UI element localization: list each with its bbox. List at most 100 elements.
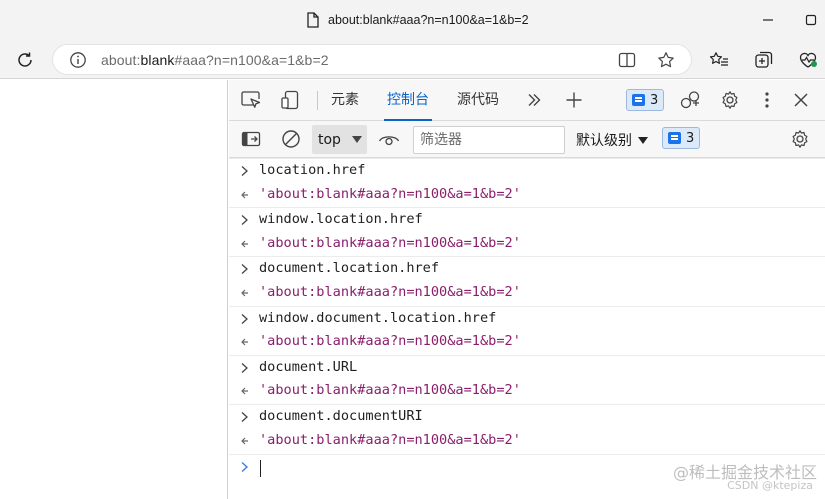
issues-badge[interactable]: 3	[626, 89, 665, 111]
console-input-row[interactable]: document.documentURI	[229, 404, 825, 429]
customize-menu-button[interactable]	[755, 89, 779, 111]
console-output-row[interactable]: 'about:blank#aaa?n=n100&a=1&b=2'	[229, 429, 825, 454]
plus-icon	[566, 92, 582, 108]
console-input-row[interactable]: document.location.href	[229, 256, 825, 281]
watermark-sub: CSDN @ktepiza	[727, 479, 813, 492]
console-result: 'about:blank#aaa?n=n100&a=1&b=2'	[259, 185, 521, 202]
maximize-button[interactable]	[799, 8, 823, 32]
inspect-icon	[241, 91, 261, 108]
window-title: about:blank#aaa?n=n100&a=1&b=2	[306, 10, 529, 30]
input-chevron-icon	[241, 362, 248, 373]
collections-button[interactable]	[753, 49, 775, 71]
console-command: document.documentURI	[259, 408, 423, 424]
sidebar-toggle-icon	[241, 131, 261, 147]
url-host: blank	[140, 52, 175, 68]
more-vertical-icon	[765, 92, 769, 108]
console-command: window.document.location.href	[259, 309, 497, 326]
devtools-panel: 元素 控制台 源代码 3 top 筛选器 默认级别 3 location.hre…	[229, 80, 825, 499]
input-chevron-icon	[241, 166, 248, 176]
reading-view-icon	[618, 52, 636, 68]
minimize-button[interactable]	[756, 8, 780, 32]
console-output-row[interactable]: 'about:blank#aaa?n=n100&a=1&b=2'	[229, 232, 825, 257]
console-result: 'about:blank#aaa?n=n100&a=1&b=2'	[259, 284, 521, 300]
text-cursor	[260, 460, 261, 477]
browser-essentials-button[interactable]	[797, 49, 819, 71]
result-arrow-icon	[241, 289, 248, 297]
result-arrow-icon	[241, 338, 248, 346]
url-rest: #aaa?n=n100&a=1&b=2	[174, 52, 329, 68]
input-chevron-icon	[241, 412, 248, 422]
connect-icon	[680, 91, 700, 109]
tab-sources[interactable]: 源代码	[457, 80, 499, 121]
console-log[interactable]: location.href 'about:blank#aaa?n=n100&a=1…	[229, 158, 825, 499]
live-expression-button[interactable]	[377, 128, 401, 150]
more-tabs-button[interactable]	[522, 89, 546, 111]
console-output-row[interactable]: 'about:blank#aaa?n=n100&a=1&b=2'	[229, 281, 825, 306]
console-input-row[interactable]: window.document.location.href	[229, 305, 825, 331]
close-icon	[794, 93, 808, 107]
gear-icon	[792, 130, 808, 148]
console-messages-count: 3	[686, 130, 695, 146]
log-levels-dropdown[interactable]: 默认级别	[576, 130, 648, 150]
input-chevron-icon	[241, 313, 248, 324]
input-chevron-icon	[241, 215, 248, 226]
reading-view-button[interactable]	[617, 50, 637, 70]
caret-down-icon	[638, 136, 648, 144]
tab-elements[interactable]: 元素	[331, 80, 359, 121]
console-filter-input[interactable]	[413, 126, 565, 154]
site-info-icon[interactable]	[69, 51, 87, 69]
clear-console-button[interactable]	[279, 128, 303, 150]
prompt-chevron-icon	[241, 461, 249, 473]
console-result: 'about:blank#aaa?n=n100&a=1&b=2'	[259, 333, 521, 350]
refresh-icon	[18, 52, 32, 67]
device-emulation-button[interactable]	[279, 89, 303, 111]
close-devtools-button[interactable]	[789, 89, 813, 111]
address-bar[interactable]: about:blank#aaa?n=n100&a=1&b=2	[52, 44, 692, 75]
console-result: 'about:blank#aaa?n=n100&a=1&b=2'	[259, 382, 521, 399]
result-arrow-icon	[241, 437, 248, 445]
favorites-button[interactable]	[708, 49, 730, 71]
address-url[interactable]: about:blank#aaa?n=n100&a=1&b=2	[101, 52, 329, 68]
result-arrow-icon	[241, 240, 248, 248]
eye-icon	[378, 136, 400, 146]
result-arrow-icon	[241, 387, 248, 395]
page-icon	[307, 12, 319, 28]
caret-down-icon	[352, 136, 362, 143]
gear-icon	[722, 91, 738, 109]
settings-button[interactable]	[718, 89, 742, 111]
console-toolbar: top 默认级别 3	[229, 121, 825, 158]
window-title-text: about:blank#aaa?n=n100&a=1&b=2	[328, 13, 529, 27]
maximize-icon	[805, 14, 817, 26]
console-input-row[interactable]: window.location.href	[229, 207, 825, 232]
console-output-row[interactable]: 'about:blank#aaa?n=n100&a=1&b=2'	[229, 379, 825, 404]
navigation-bar: about:blank#aaa?n=n100&a=1&b=2	[0, 40, 825, 79]
console-output-row[interactable]: 'about:blank#aaa?n=n100&a=1&b=2'	[229, 183, 825, 208]
tab-separator	[317, 91, 318, 110]
double-chevron-right-icon	[528, 94, 541, 106]
console-input-row[interactable]: location.href	[229, 158, 825, 183]
console-settings-button[interactable]	[788, 128, 812, 150]
console-command: document.location.href	[259, 260, 440, 277]
context-selector[interactable]: top	[312, 125, 367, 154]
console-output-row[interactable]: 'about:blank#aaa?n=n100&a=1&b=2'	[229, 330, 825, 355]
favorite-button[interactable]	[656, 50, 676, 70]
issues-count: 3	[650, 92, 659, 108]
show-sidebar-button[interactable]	[239, 128, 263, 150]
add-tool-button[interactable]	[562, 89, 586, 111]
inspect-element-button[interactable]	[239, 89, 263, 111]
console-messages-badge[interactable]: 3	[662, 127, 701, 149]
favorites-list-icon	[709, 52, 728, 66]
no-entry-icon	[282, 130, 300, 148]
console-command: window.location.href	[259, 211, 423, 228]
refresh-button[interactable]	[12, 47, 38, 73]
star-icon	[658, 52, 674, 68]
console-input-row[interactable]: document.URL	[229, 354, 825, 380]
tab-console[interactable]: 控制台	[384, 80, 432, 121]
feedback-button[interactable]	[678, 89, 702, 111]
input-chevron-icon	[241, 264, 248, 275]
collections-icon	[755, 51, 773, 68]
url-prefix: about:	[101, 52, 141, 68]
console-result: 'about:blank#aaa?n=n100&a=1&b=2'	[259, 234, 521, 251]
page-viewport[interactable]	[0, 80, 228, 499]
devtools-tab-strip: 元素 控制台 源代码 3	[229, 80, 825, 121]
